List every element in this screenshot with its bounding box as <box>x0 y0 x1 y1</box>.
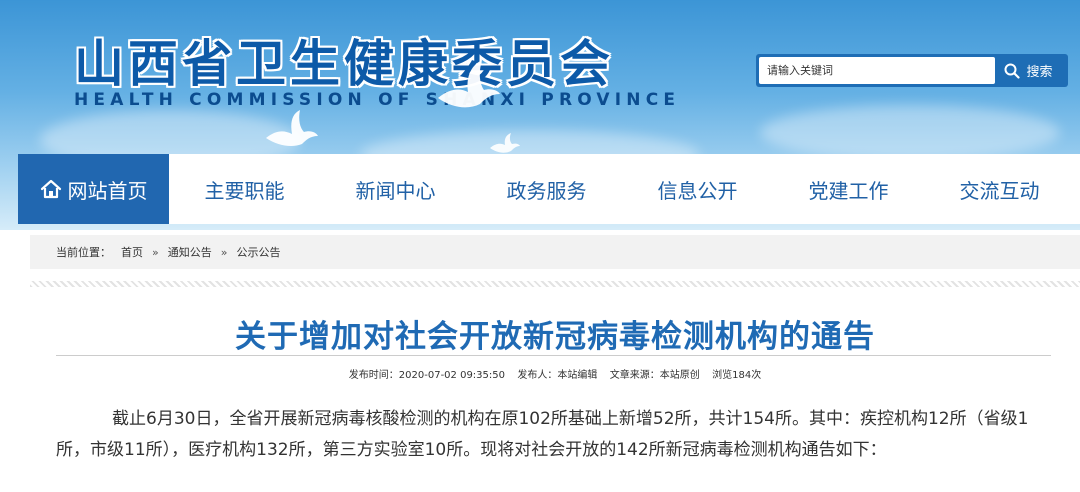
cloud-decoration <box>760 105 1060 160</box>
title-divider <box>56 355 1051 356</box>
breadcrumb: 当前位置： 首页 » 通知公告 » 公示公告 <box>30 235 1080 269</box>
meta-views-count: 184 <box>732 370 752 381</box>
meta-views-unit: 次 <box>751 370 762 381</box>
nav-item-news[interactable]: 新闻中心 <box>320 154 471 224</box>
breadcrumb-separator: » <box>220 245 228 259</box>
nav-item-functions[interactable]: 主要职能 <box>169 154 320 224</box>
nav-item-services[interactable]: 政务服务 <box>471 154 622 224</box>
nav-item-label: 交流互动 <box>959 178 1040 203</box>
breadcrumb-prefix: 当前位置： <box>56 246 111 259</box>
breadcrumb-link-announcements[interactable]: 公示公告 <box>236 244 280 260</box>
breadcrumb-link-home[interactable]: 首页 <box>121 244 143 260</box>
nav-item-label: 政务服务 <box>506 178 587 203</box>
meta-published-label: 发布时间： <box>348 370 399 381</box>
meta-views-label: 浏览 <box>712 370 733 381</box>
site-subtitle: HEALTH COMMISSION OF SHANXI PROVINCE <box>74 90 681 110</box>
nav-item-label: 网站首页 <box>67 178 148 203</box>
search-box: 搜索 <box>756 54 1068 87</box>
divider-stripe <box>30 281 1080 287</box>
home-icon <box>40 179 61 199</box>
meta-source-label: 文章来源： <box>609 370 660 381</box>
article-meta: 发布时间：2020-07-02 09:35:50 发布人：本站编辑 文章来源：本… <box>30 366 1080 381</box>
search-input[interactable] <box>759 57 995 84</box>
meta-source-value: 本站原创 <box>659 370 700 381</box>
breadcrumb-link-notices[interactable]: 通知公告 <box>168 244 212 260</box>
meta-publisher-value: 本站编辑 <box>557 370 598 381</box>
dove-icon <box>490 133 520 153</box>
meta-publisher-label: 发布人： <box>517 370 558 381</box>
breadcrumb-separator: » <box>152 245 159 259</box>
main-nav: 网站首页 主要职能 新闻中心 政务服务 信息公开 党建工作 交流互动 <box>18 154 1080 224</box>
search-icon <box>1004 63 1021 79</box>
nav-item-label: 主要职能 <box>204 178 285 203</box>
search-button[interactable]: 搜索 <box>992 57 1065 84</box>
nav-item-label: 信息公开 <box>657 178 738 203</box>
nav-item-party[interactable]: 党建工作 <box>773 154 924 224</box>
nav-item-label: 党建工作 <box>808 178 889 203</box>
dove-icon <box>266 110 318 146</box>
nav-item-home[interactable]: 网站首页 <box>18 154 169 224</box>
site-title: 山西省卫生健康委员会 <box>74 35 614 93</box>
search-button-label: 搜索 <box>1026 65 1053 80</box>
article-body-paragraph: 截止6月30日，全省开展新冠病毒核酸检测的机构在原102所基础上新增52所，共计… <box>56 409 1029 460</box>
nav-item-interaction[interactable]: 交流互动 <box>924 154 1075 224</box>
nav-item-label: 新闻中心 <box>355 178 436 203</box>
meta-published-value: 2020-07-02 09:35:50 <box>398 370 505 381</box>
nav-item-disclosure[interactable]: 信息公开 <box>622 154 773 224</box>
dove-icon <box>438 60 500 108</box>
article-title: 关于增加对社会开放新冠病毒检测机构的通告 <box>235 319 875 355</box>
